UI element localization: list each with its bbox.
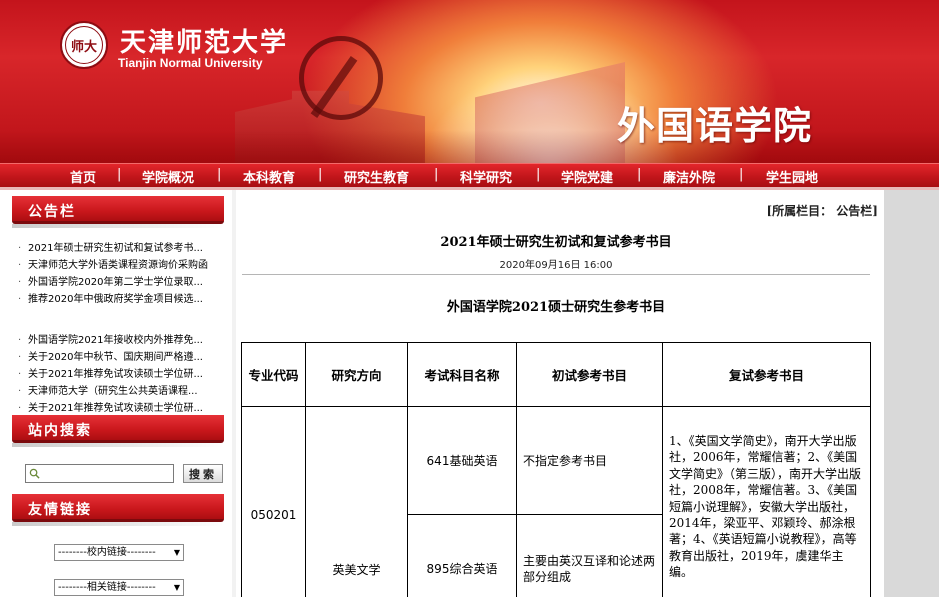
retest-books-cell: 1、《英国文学简史》，南开大学出版社，2006年，常耀信著；2、《美国文学简史》… — [662, 406, 871, 597]
notice-board-title: 公告栏 — [12, 196, 224, 228]
list-item[interactable]: · 关于2021年推荐免试攻读硕士学位研... — [18, 366, 223, 383]
university-seal-icon[interactable]: 师大 — [60, 21, 108, 69]
article-title: 2021年硕士研究生初试和复试参考书目 — [440, 235, 672, 250]
nav-item-overview[interactable]: 学院概况 — [142, 167, 194, 186]
seal-text: 师大 — [65, 26, 103, 64]
campus-links-select[interactable]: --------校内链接-------- ▼ — [54, 544, 184, 561]
nav-item-graduate[interactable]: 研究生教育 — [344, 167, 409, 186]
nav-separator: | — [739, 167, 744, 182]
nav-item-home[interactable]: 首页 — [70, 167, 96, 186]
initial-books-cell: 主要由英汉互译和论述两部分组成 — [516, 514, 663, 597]
subject-cell: 895综合英语 — [407, 514, 517, 597]
notice-link[interactable]: 关于2021年推荐免试攻读硕士学位研... — [28, 369, 203, 380]
notice-link[interactable]: 天津师范大学（研究生公共英语课程... — [28, 386, 198, 397]
select-value: --------校内链接-------- — [58, 547, 156, 558]
column-header-code: 专业代码 — [241, 342, 306, 407]
search-icon — [29, 468, 40, 479]
bullet: · — [18, 352, 22, 363]
nav-separator: | — [318, 167, 323, 182]
major-code-cell: 050201 — [241, 406, 306, 597]
site-search-title-text: 站内搜索 — [28, 423, 92, 439]
list-item[interactable]: · 关于2020年中秋节、国庆期间严格遵... — [18, 349, 223, 366]
search-input[interactable] — [25, 464, 174, 483]
university-name-cn[interactable]: 天津师范大学 — [120, 22, 288, 59]
divider — [242, 274, 870, 275]
bullet: · — [18, 260, 22, 271]
nav-separator: | — [217, 167, 222, 182]
column-header-subject: 考试科目名称 — [407, 342, 517, 407]
notice-list-2: · 外国语学院2021年接收校内外推荐免... · 关于2020年中秋节、国庆期间严… — [18, 332, 223, 413]
notice-link[interactable]: 关于2020年中秋节、国庆期间严格遵... — [28, 352, 203, 363]
bullet: · — [18, 277, 22, 288]
nav-item-integrity[interactable]: 廉洁外院 — [663, 167, 715, 186]
reference-books-table: 专业代码 研究方向 考试科目名称 初试参考书目 复试参考书目 050201 英美… — [241, 342, 871, 597]
notice-link[interactable]: 推荐2020年中俄政府奖学金项目候选... — [28, 294, 203, 305]
main-nav: 首页 | 学院概况 | 本科教育 | 研究生教育 | 科学研究 | 学院党建 |… — [0, 163, 939, 187]
chevron-down-icon: ▼ — [173, 548, 180, 557]
column-header-initial-books: 初试参考书目 — [516, 342, 663, 407]
header-banner: 师大 天津师范大学 Tianjin Normal University 外国语学… — [0, 0, 939, 163]
notice-link[interactable]: 2021年硕士研究生初试和复试参考书... — [28, 243, 203, 254]
nav-separator: | — [434, 167, 439, 182]
sidebar: 公告栏 · 2021年硕士研究生初试和复试参考书... · 天津师范大学外语类课程资… — [0, 190, 232, 597]
bullet: · — [18, 335, 22, 346]
article-content: [所属栏目： 公告栏] 2021年硕士研究生初试和复试参考书目 2020年09月… — [236, 190, 884, 597]
notice-link[interactable]: 关于2021年推荐免试攻读硕士学位研... — [28, 403, 203, 413]
list-item[interactable]: · 外国语学院2020年第二学士学位录取... — [18, 274, 223, 291]
site-search-title: 站内搜索 — [12, 415, 224, 447]
list-item[interactable]: · 关于2021年推荐免试攻读硕士学位研... — [18, 400, 223, 413]
bullet: · — [18, 243, 22, 254]
column-header-direction: 研究方向 — [305, 342, 408, 407]
list-item[interactable]: · 2021年硕士研究生初试和复试参考书... — [18, 240, 223, 257]
list-item[interactable]: · 外国语学院2021年接收校内外推荐免... — [18, 332, 223, 349]
nav-item-undergrad[interactable]: 本科教育 — [243, 167, 295, 186]
article-date: 2020年09月16日 16:00 — [499, 260, 613, 271]
category-label[interactable]: [所属栏目： 公告栏] — [766, 202, 878, 219]
notice-link[interactable]: 天津师范大学外语类课程资源询价采购函 — [28, 260, 208, 271]
nav-item-research[interactable]: 科学研究 — [460, 167, 512, 186]
select-value: --------相关链接-------- — [58, 582, 156, 593]
bullet: · — [18, 294, 22, 305]
subject-cell: 641基础英语 — [407, 406, 517, 515]
nav-item-party[interactable]: 学院党建 — [561, 167, 613, 186]
notice-link[interactable]: 外国语学院2020年第二学士学位录取... — [28, 277, 203, 288]
notice-board-title-text: 公告栏 — [28, 204, 76, 220]
list-item[interactable]: · 天津师范大学（研究生公共英语课程... — [18, 383, 223, 400]
college-title: 外国语学院 — [617, 103, 813, 148]
friendly-links-title-text: 友情链接 — [28, 502, 92, 518]
friendly-links-title: 友情链接 — [12, 494, 224, 526]
university-name-en: Tianjin Normal University — [118, 56, 263, 70]
research-direction-cell: 英美文学 — [305, 406, 408, 597]
nav-separator: | — [536, 167, 541, 182]
initial-books-cell: 不指定参考书目 — [516, 406, 663, 515]
bullet: · — [18, 386, 22, 397]
column-header-retest-books: 复试参考书目 — [662, 342, 871, 407]
document-title: 外国语学院2021硕士研究生参考书目 — [446, 300, 666, 315]
notice-link[interactable]: 外国语学院2021年接收校内外推荐免... — [28, 335, 203, 346]
nav-separator: | — [637, 167, 642, 182]
nav-separator: | — [117, 167, 122, 182]
nav-item-students[interactable]: 学生园地 — [766, 167, 818, 186]
bullet: · — [18, 369, 22, 380]
list-item[interactable]: · 天津师范大学外语类课程资源询价采购函 — [18, 257, 223, 274]
bullet: · — [18, 403, 22, 413]
chevron-down-icon: ▼ — [173, 583, 180, 592]
list-item[interactable]: · 推荐2020年中俄政府奖学金项目候选... — [18, 291, 223, 308]
right-margin — [884, 190, 939, 597]
table-row: 050201 英美文学 641基础英语 不指定参考书目 1、《英国文学简史》，南… — [241, 406, 871, 597]
table-header-row: 专业代码 研究方向 考试科目名称 初试参考书目 复试参考书目 — [241, 342, 871, 407]
related-links-select[interactable]: --------相关链接-------- ▼ — [54, 579, 184, 596]
search-button[interactable]: 搜索 — [183, 464, 223, 483]
notice-list-1: · 2021年硕士研究生初试和复试参考书... · 天津师范大学外语类课程资源询价采… — [18, 240, 223, 312]
